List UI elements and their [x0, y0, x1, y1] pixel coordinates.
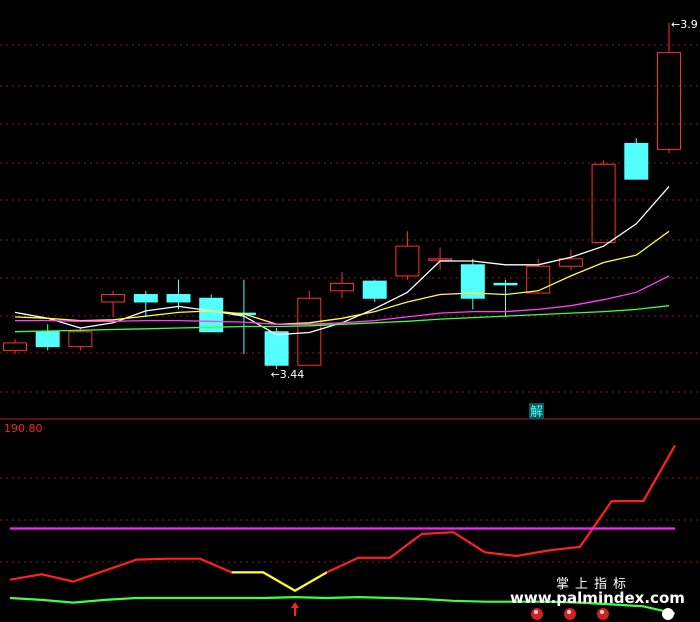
- indicator-top-label: 190.80: [4, 422, 43, 435]
- candle-body: [657, 52, 681, 150]
- candle-body: [68, 331, 93, 348]
- badge-shine: [567, 610, 571, 614]
- candle: [133, 290, 158, 317]
- candle: [428, 247, 453, 270]
- candle-body: [493, 282, 518, 286]
- candle-body: [395, 245, 420, 277]
- candle-body: [591, 163, 616, 243]
- candle-body: [101, 294, 126, 303]
- indicator-highlight-segment: [231, 571, 328, 592]
- candle-body: [264, 331, 289, 366]
- badge-shine: [600, 610, 604, 614]
- candle: [395, 231, 420, 280]
- badge-icon: [597, 608, 609, 620]
- badge-circle: [662, 608, 674, 620]
- indicator-line: [9, 444, 676, 592]
- candle: [68, 328, 93, 351]
- candle-body: [624, 142, 649, 180]
- badge-icon: [662, 608, 674, 620]
- candle: [526, 258, 551, 294]
- candle-body: [3, 342, 27, 351]
- high-price-label: ←3.9: [671, 18, 698, 31]
- candle-body: [558, 258, 583, 267]
- badge-shine: [665, 610, 669, 614]
- candle: [657, 22, 681, 154]
- candle-body: [297, 297, 322, 366]
- candle: [362, 279, 387, 302]
- candle-body: [133, 294, 158, 303]
- badge-icon: [531, 608, 543, 620]
- candle-body: [362, 280, 387, 299]
- candle: [35, 324, 60, 351]
- candle-body: [166, 294, 191, 303]
- candle: [330, 272, 354, 299]
- candle: [558, 249, 583, 270]
- badge-shine: [534, 610, 538, 614]
- badge-circle: [597, 608, 609, 620]
- candle-body: [330, 282, 354, 292]
- candle: [3, 339, 27, 355]
- stock-chart: ←3.9 ←3.44 解 190.80: [0, 18, 700, 620]
- signal-arrow-head: [291, 602, 299, 608]
- badge-icon: [564, 608, 576, 620]
- candle: [297, 290, 322, 366]
- candle-body: [526, 265, 551, 294]
- candle: [199, 294, 224, 333]
- badge-circle: [564, 608, 576, 620]
- candle: [624, 138, 649, 180]
- candle-body: [35, 331, 60, 348]
- grid-lines: [0, 44, 700, 563]
- marker-text: 解: [530, 405, 543, 420]
- candle: [591, 160, 616, 243]
- price-panel: [3, 22, 681, 369]
- badge-circle: [531, 608, 543, 620]
- signal-arrow-icon: [291, 602, 299, 616]
- low-price-label: ←3.44: [271, 368, 305, 381]
- candle: [101, 290, 126, 317]
- watermark-url: www.palmindex.com: [510, 589, 685, 607]
- candle: [460, 258, 485, 310]
- candle: [166, 279, 191, 310]
